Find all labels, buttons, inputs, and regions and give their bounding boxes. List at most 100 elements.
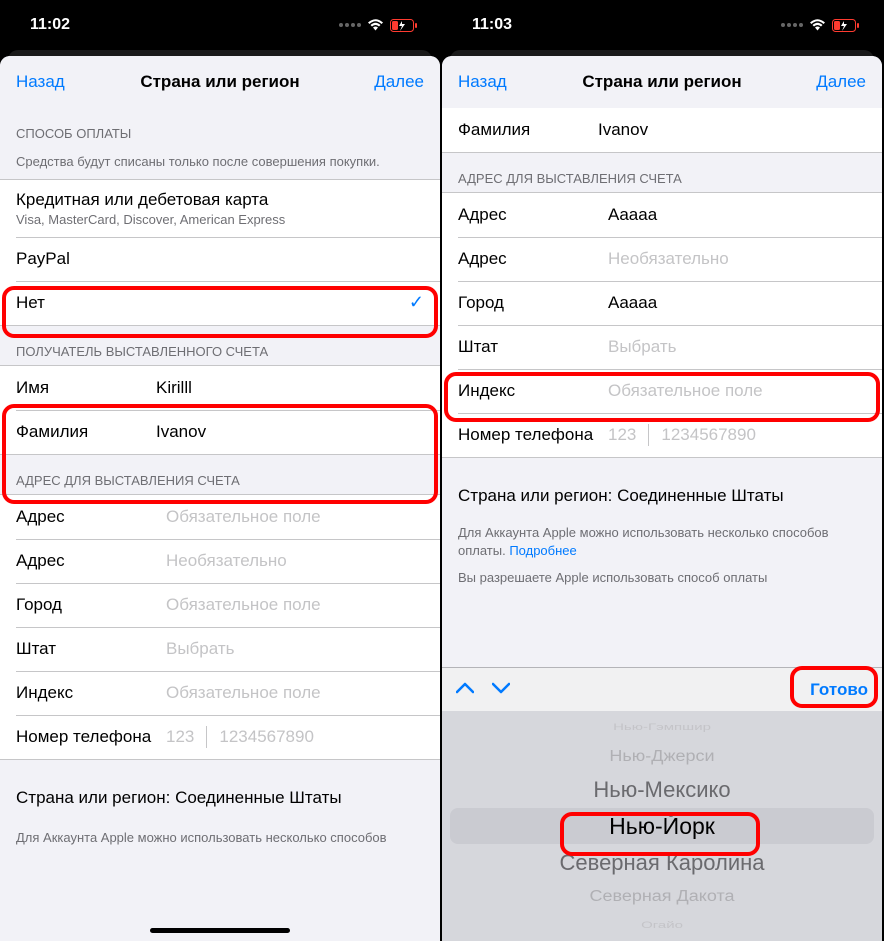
phone-label: Номер телефона — [16, 727, 166, 747]
page-title: Страна или регион — [140, 72, 299, 92]
back-button[interactable]: Назад — [16, 72, 65, 92]
address2-row[interactable]: Адрес Необязательно — [442, 237, 882, 281]
status-bar: 11:02 — [0, 0, 440, 50]
city-field[interactable]: Обязательное поле — [166, 595, 424, 615]
zip-row[interactable]: Индекс Обязательное поле — [442, 369, 882, 413]
back-button[interactable]: Назад — [458, 72, 507, 92]
state-field[interactable]: Выбрать — [608, 337, 866, 357]
status-time: 11:03 — [472, 16, 512, 34]
last-name-value[interactable]: Ivanov — [598, 120, 866, 140]
payment-footer: Средства будут списаны только после сове… — [0, 147, 440, 171]
done-button[interactable]: Готово — [810, 680, 868, 700]
address1-value[interactable]: Aaaaa — [608, 205, 866, 225]
wifi-icon — [367, 19, 384, 31]
first-name-row[interactable]: Имя Kirilll — [0, 366, 440, 410]
recipient-list-partial: Фамилия Ivanov — [442, 108, 882, 153]
card-title: Кредитная или дебетовая карта — [16, 190, 285, 210]
state-picker[interactable]: Нью-Гэмпшир Нью-Джерси Нью-Мексико Нью-Й… — [442, 711, 882, 941]
content[interactable]: СПОСОБ ОПЛАТЫ Средства будут списаны тол… — [0, 108, 440, 941]
address2-label: Адрес — [16, 551, 166, 571]
country-region[interactable]: Страна или регион: Соединенные Штаты — [0, 760, 440, 818]
next-button[interactable]: Далее — [816, 72, 866, 92]
picker-item[interactable]: Огайо — [641, 917, 683, 933]
info-footer: Для Аккаунта Apple можно использовать не… — [442, 516, 882, 559]
state-row[interactable]: Штат Выбрать — [442, 325, 882, 369]
phone-label: Номер телефона — [458, 425, 608, 445]
status-bar: 11:03 — [442, 0, 882, 50]
sheet: Назад Страна или регион Далее СПОСОБ ОПЛ… — [0, 56, 440, 941]
battery-icon — [390, 19, 418, 32]
last-name-row[interactable]: Фамилия Ivanov — [442, 108, 882, 152]
last-name-label: Фамилия — [458, 120, 598, 140]
prev-field-button[interactable] — [456, 681, 474, 699]
zip-field[interactable]: Обязательное поле — [166, 683, 424, 703]
recipient-header: ПОЛУЧАТЕЛЬ ВЫСТАВЛЕННОГО СЧЕТА — [0, 326, 440, 365]
city-row[interactable]: Город Aaaaa — [442, 281, 882, 325]
home-indicator — [150, 928, 290, 933]
picker-item[interactable]: Нью-Джерси — [609, 743, 714, 769]
address2-field[interactable]: Необязательно — [166, 551, 424, 571]
address2-row[interactable]: Адрес Необязательно — [0, 539, 440, 583]
picker-item[interactable]: Нью-Гэмпшир — [613, 719, 711, 735]
content[interactable]: Фамилия Ivanov АДРЕС ДЛЯ ВЫСТАВЛЕНИЯ СЧЕ… — [442, 108, 882, 667]
city-value[interactable]: Aaaaa — [608, 293, 866, 313]
zip-row[interactable]: Индекс Обязательное поле — [0, 671, 440, 715]
status-icons — [781, 19, 860, 32]
payment-option-paypal[interactable]: PayPal — [0, 237, 440, 281]
phone-right: 11:03 Назад Страна или регион Далее Фами… — [442, 0, 884, 941]
zip-field[interactable]: Обязательное поле — [608, 381, 866, 401]
status-icons — [339, 19, 418, 32]
picker-item[interactable]: Северная Каролина — [560, 845, 765, 881]
nav-bar: Назад Страна или регион Далее — [442, 56, 882, 108]
wifi-icon — [809, 19, 826, 31]
address2-field[interactable]: Необязательно — [608, 249, 866, 269]
city-label: Город — [458, 293, 608, 313]
picker-item-selected[interactable]: Нью-Йорк — [609, 808, 715, 845]
payment-list: Кредитная или дебетовая карта Visa, Mast… — [0, 179, 440, 326]
phone-field[interactable]: 1234567890 — [219, 727, 314, 747]
phone-row[interactable]: Номер телефона 123 1234567890 — [442, 413, 882, 457]
state-label: Штат — [458, 337, 608, 357]
city-row[interactable]: Город Обязательное поле — [0, 583, 440, 627]
battery-icon — [832, 19, 860, 32]
city-label: Город — [16, 595, 166, 615]
next-field-button[interactable] — [492, 681, 510, 699]
phone-prefix: 123 — [608, 425, 636, 445]
phone-prefix: 123 — [166, 727, 194, 747]
recipient-list: Имя Kirilll Фамилия Ivanov — [0, 365, 440, 455]
next-button[interactable]: Далее — [374, 72, 424, 92]
checkmark-icon: ✓ — [409, 292, 424, 313]
last-name-row[interactable]: Фамилия Ivanov — [0, 410, 440, 454]
more-link[interactable]: Подробнее — [509, 543, 576, 558]
address1-field[interactable]: Обязательное поле — [166, 507, 424, 527]
first-name-label: Имя — [16, 378, 156, 398]
first-name-value[interactable]: Kirilll — [156, 378, 424, 398]
address1-label: Адрес — [16, 507, 166, 527]
info-footer-2: Вы разрешаете Apple использовать способ … — [442, 559, 882, 587]
billing-list: Адрес Обязательное поле Адрес Необязател… — [0, 494, 440, 760]
state-label: Штат — [16, 639, 166, 659]
picker-item[interactable]: Северная Дакота — [589, 883, 734, 909]
billing-header: АДРЕС ДЛЯ ВЫСТАВЛЕНИЯ СЧЕТА — [0, 455, 440, 494]
nav-bar: Назад Страна или регион Далее — [0, 56, 440, 108]
picker-item[interactable]: Нью-Мексико — [593, 772, 730, 808]
country-region[interactable]: Страна или регион: Соединенные Штаты — [442, 458, 882, 516]
state-field[interactable]: Выбрать — [166, 639, 424, 659]
page-title: Страна или регион — [582, 72, 741, 92]
state-row[interactable]: Штат Выбрать — [0, 627, 440, 671]
phone-row[interactable]: Номер телефона 123 1234567890 — [0, 715, 440, 759]
phone-left: 11:02 Назад Страна или регион Далее СПОС… — [0, 0, 442, 941]
address2-label: Адрес — [458, 249, 608, 269]
keyboard-accessory: Готово — [442, 667, 882, 711]
phone-field[interactable]: 1234567890 — [661, 425, 756, 445]
zip-label: Индекс — [458, 381, 608, 401]
address1-row[interactable]: Адрес Обязательное поле — [0, 495, 440, 539]
paypal-label: PayPal — [16, 249, 70, 269]
last-name-value[interactable]: Ivanov — [156, 422, 424, 442]
last-name-label: Фамилия — [16, 422, 156, 442]
payment-option-card[interactable]: Кредитная или дебетовая карта Visa, Mast… — [0, 180, 440, 237]
payment-header: СПОСОБ ОПЛАТЫ — [0, 108, 440, 147]
address1-row[interactable]: Адрес Aaaaa — [442, 193, 882, 237]
card-subtitle: Visa, MasterCard, Discover, American Exp… — [16, 212, 285, 227]
payment-option-none[interactable]: Нет ✓ — [0, 281, 440, 325]
